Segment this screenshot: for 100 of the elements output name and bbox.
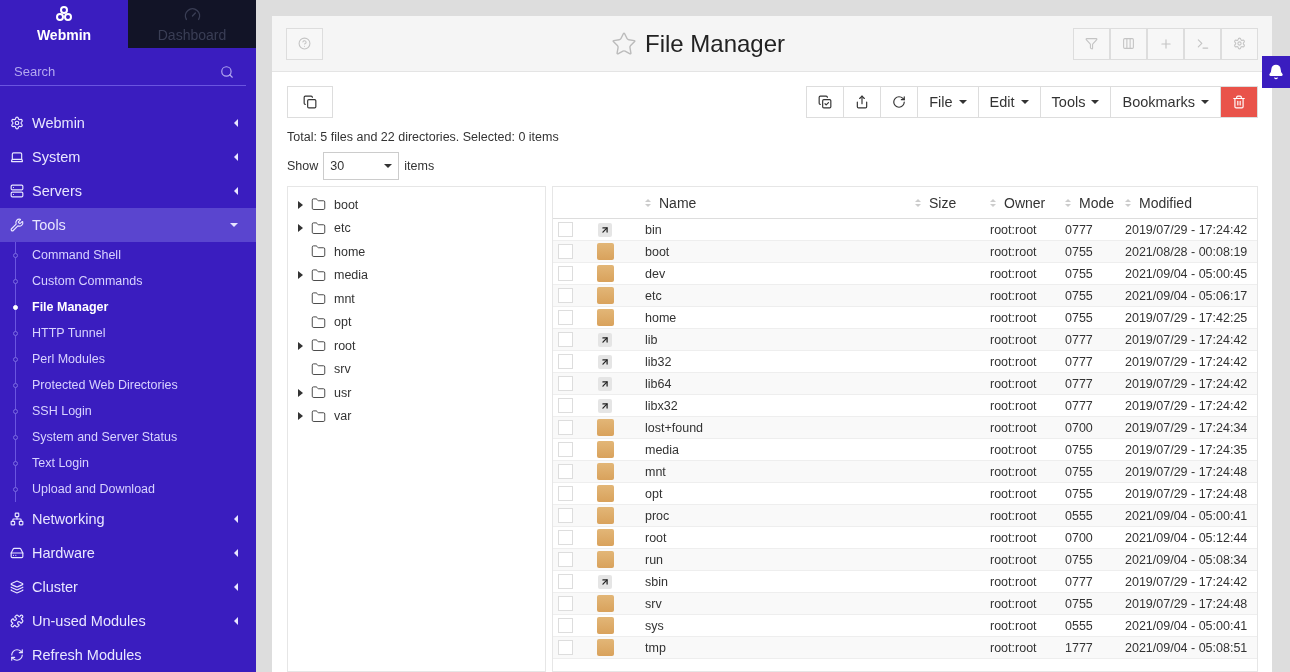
submenu-item[interactable]: Text Login xyxy=(13,450,256,476)
page-size-select[interactable]: 30 xyxy=(323,152,400,180)
row-checkbox[interactable] xyxy=(558,266,573,281)
modified-cell-text: 2019/07/29 - 17:24:48 xyxy=(1125,486,1249,501)
modified-cell-text: 2019/07/29 - 17:24:42 xyxy=(1125,574,1249,589)
file-name[interactable]: run xyxy=(645,552,915,567)
mode-cell-text: 0755 xyxy=(1065,552,1094,567)
row-checkbox[interactable] xyxy=(558,552,573,567)
file-name[interactable]: opt xyxy=(645,486,915,501)
file-name[interactable]: tmp xyxy=(645,640,915,655)
menu-item[interactable]: Refresh Modules xyxy=(0,638,256,672)
row-checkbox[interactable] xyxy=(558,222,573,237)
row-checkbox[interactable] xyxy=(558,464,573,479)
row-checkbox[interactable] xyxy=(558,640,573,655)
submenu-item[interactable]: System and Server Status xyxy=(13,424,256,450)
notifications-button[interactable] xyxy=(1262,56,1290,88)
column-header[interactable]: Modified xyxy=(1125,194,1257,211)
row-checkbox[interactable] xyxy=(558,486,573,501)
submenu-item[interactable]: Command Shell xyxy=(13,242,256,268)
file-name[interactable]: sys xyxy=(645,618,915,633)
file-name[interactable]: lib32 xyxy=(645,354,915,369)
column-header[interactable]: Owner xyxy=(990,194,1065,211)
file-name[interactable]: etc xyxy=(645,288,915,303)
menu-dropdown[interactable]: Tools xyxy=(1039,86,1112,118)
expand-arrow-icon[interactable] xyxy=(298,388,303,397)
row-checkbox[interactable] xyxy=(558,354,573,369)
tree-item[interactable]: mnt xyxy=(334,291,355,306)
expand-arrow-icon[interactable] xyxy=(298,271,303,280)
file-name[interactable]: lost+found xyxy=(645,420,915,435)
menu-dropdown[interactable]: File xyxy=(917,86,979,118)
row-checkbox[interactable] xyxy=(558,288,573,303)
column-header[interactable]: Mode xyxy=(1065,194,1125,211)
file-name[interactable]: boot xyxy=(645,244,915,259)
expand-arrow-icon[interactable] xyxy=(298,224,303,233)
row-checkbox[interactable] xyxy=(558,244,573,259)
file-name[interactable]: home xyxy=(645,310,915,325)
menu-item[interactable]: Networking xyxy=(0,502,256,536)
help-button[interactable] xyxy=(286,27,323,60)
row-checkbox[interactable] xyxy=(558,332,573,347)
row-checkbox[interactable] xyxy=(558,442,573,457)
tree-item[interactable]: media xyxy=(334,268,369,283)
tree-item[interactable]: boot xyxy=(334,197,359,212)
menu-item[interactable]: Webmin xyxy=(0,106,256,140)
row-checkbox[interactable] xyxy=(558,574,573,589)
submenu-item[interactable]: Perl Modules xyxy=(13,346,256,372)
file-name[interactable]: lib64 xyxy=(645,376,915,391)
select-all-button[interactable] xyxy=(806,86,845,118)
submenu-item[interactable]: Custom Commands xyxy=(13,268,256,294)
row-checkbox[interactable] xyxy=(558,420,573,435)
file-name[interactable]: libx32 xyxy=(645,398,915,413)
terminal-button[interactable] xyxy=(1184,27,1221,60)
refresh-button[interactable] xyxy=(880,86,919,118)
star-icon[interactable] xyxy=(610,30,637,57)
menu-item[interactable]: Cluster xyxy=(0,570,256,604)
search-field[interactable]: Search xyxy=(12,63,220,81)
menu-item[interactable]: Tools xyxy=(0,208,256,242)
menu-item[interactable]: Hardware xyxy=(0,536,256,570)
menu-item[interactable]: Servers xyxy=(0,174,256,208)
menu-dropdown[interactable]: Edit xyxy=(977,86,1041,118)
filter-button[interactable] xyxy=(1073,27,1110,60)
tree-item[interactable]: root xyxy=(334,338,356,353)
submenu-item[interactable]: File Manager xyxy=(13,294,256,320)
panes-button[interactable] xyxy=(287,86,333,118)
tree-item[interactable]: var xyxy=(334,409,352,424)
column-header[interactable]: Name xyxy=(645,194,915,211)
file-name[interactable]: lib xyxy=(645,332,915,347)
column-header[interactable]: Size xyxy=(915,194,990,211)
file-name[interactable]: root xyxy=(645,530,915,545)
row-checkbox[interactable] xyxy=(558,310,573,325)
expand-arrow-icon[interactable] xyxy=(298,412,303,421)
add-button[interactable] xyxy=(1147,27,1184,60)
row-checkbox[interactable] xyxy=(558,508,573,523)
menu-item[interactable]: System xyxy=(0,140,256,174)
file-name[interactable]: bin xyxy=(645,222,915,237)
submenu-item[interactable]: HTTP Tunnel xyxy=(13,320,256,346)
expand-arrow-icon[interactable] xyxy=(298,341,303,350)
submenu-item[interactable]: Upload and Download xyxy=(13,476,256,502)
row-checkbox[interactable] xyxy=(558,398,573,413)
row-checkbox[interactable] xyxy=(558,596,573,611)
row-checkbox[interactable] xyxy=(558,376,573,391)
tree-item[interactable]: opt xyxy=(334,315,352,330)
file-name[interactable]: dev xyxy=(645,266,915,281)
expand-arrow-icon[interactable] xyxy=(298,200,303,209)
menu-item[interactable]: Un-used Modules xyxy=(0,604,256,638)
tree-item[interactable]: home xyxy=(334,244,366,259)
file-name[interactable]: media xyxy=(645,442,915,457)
row-checkbox[interactable] xyxy=(558,530,573,545)
file-name[interactable]: mnt xyxy=(645,464,915,479)
tree-item[interactable]: usr xyxy=(334,385,352,400)
share-button[interactable] xyxy=(843,86,882,118)
file-name[interactable]: proc xyxy=(645,508,915,523)
tree-item[interactable]: etc xyxy=(334,221,351,236)
row-checkbox[interactable] xyxy=(558,618,573,633)
menu-dropdown[interactable]: Bookmarks xyxy=(1110,86,1221,118)
columns-button[interactable] xyxy=(1110,27,1147,60)
submenu-item[interactable]: Protected Web Directories xyxy=(13,372,256,398)
tree-item[interactable]: srv xyxy=(334,362,351,377)
file-name[interactable]: srv xyxy=(645,596,915,611)
file-name[interactable]: sbin xyxy=(645,574,915,589)
submenu-item[interactable]: SSH Login xyxy=(13,398,256,424)
